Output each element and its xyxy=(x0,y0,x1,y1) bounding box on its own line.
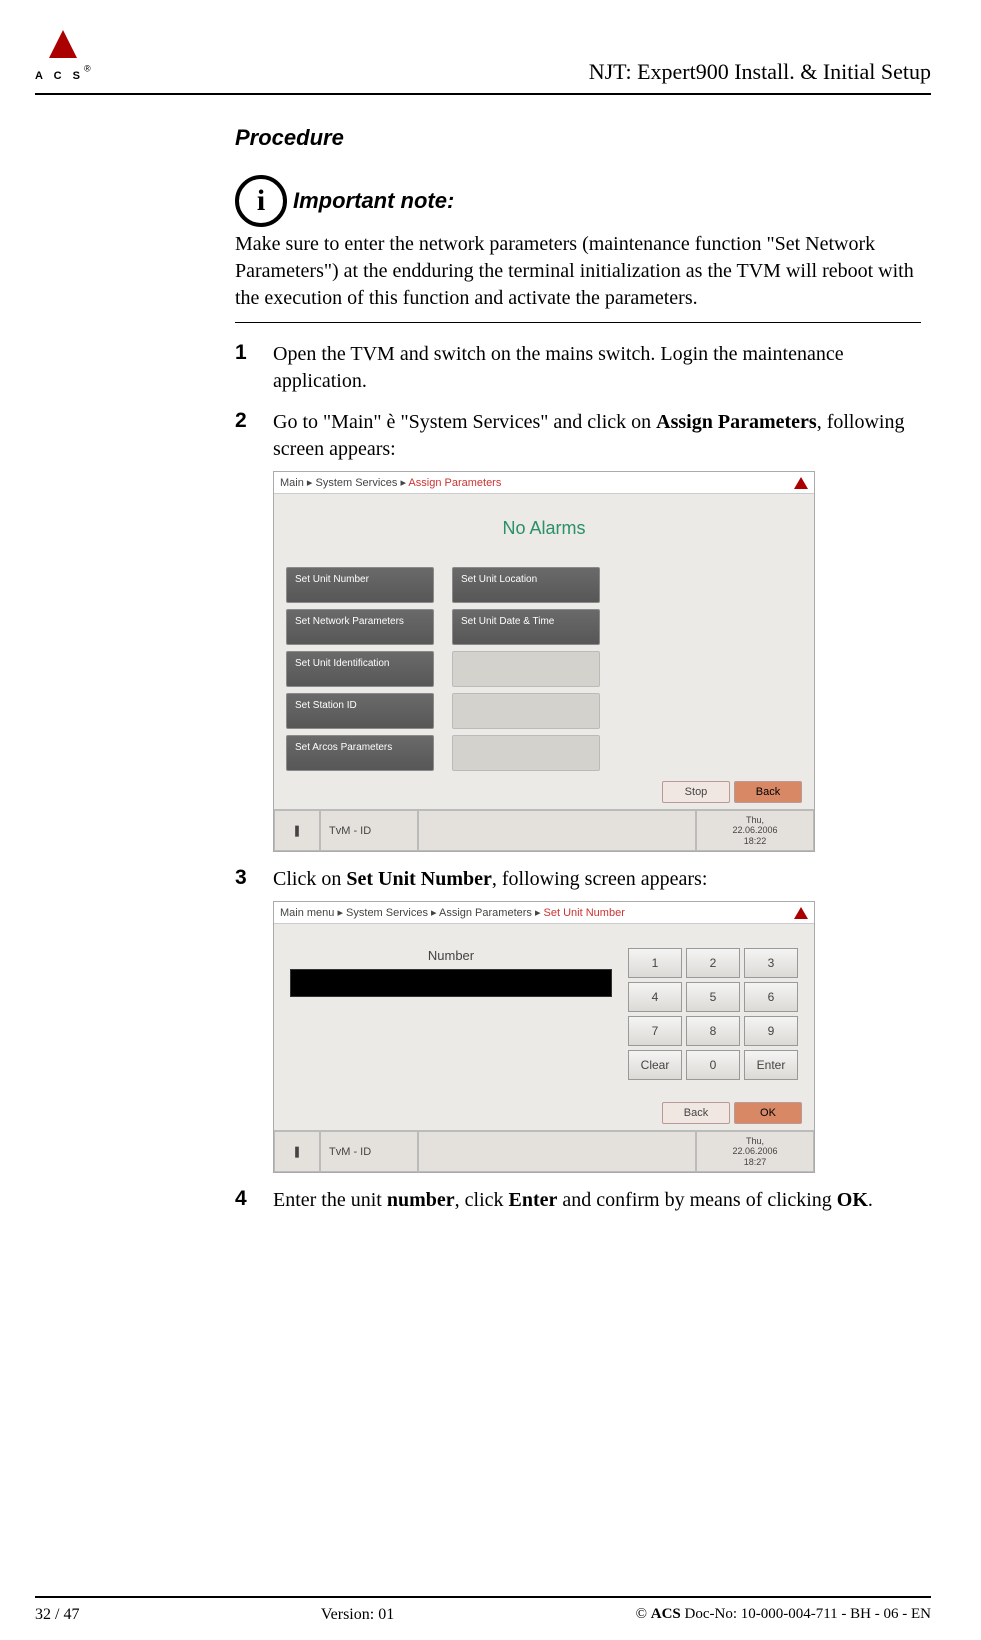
numeric-keypad: 1 2 3 4 5 6 7 8 9 Clear 0 xyxy=(628,948,798,1080)
status-icon: ❚ xyxy=(274,1131,320,1172)
version: Version: 01 xyxy=(321,1604,394,1626)
set-network-parameters-button[interactable]: Set Network Parameters xyxy=(286,609,434,645)
status-icon: ❚ xyxy=(274,810,320,851)
set-unit-identification-button[interactable]: Set Unit Identification xyxy=(286,651,434,687)
key-9[interactable]: 9 xyxy=(744,1016,798,1046)
key-0[interactable]: 0 xyxy=(686,1050,740,1080)
page-number: 32 / 47 xyxy=(35,1604,79,1626)
key-enter[interactable]: Enter xyxy=(744,1050,798,1080)
stop-button[interactable]: Stop xyxy=(662,781,730,803)
info-icon: i xyxy=(235,175,287,227)
set-unit-date-time-button[interactable]: Set Unit Date & Time xyxy=(452,609,600,645)
disabled-button xyxy=(452,735,600,771)
page-footer: 32 / 47 Version: 01 © ACS Doc-No: 10-000… xyxy=(35,1596,931,1626)
breadcrumb: Main ▸ System Services ▸ Assign Paramete… xyxy=(274,472,814,494)
screenshot-assign-parameters: Main ▸ System Services ▸ Assign Paramete… xyxy=(273,471,815,852)
set-unit-number-button[interactable]: Set Unit Number xyxy=(286,567,434,603)
procedure-heading: Procedure xyxy=(235,125,921,151)
screenshot-set-unit-number: Main menu ▸ System Services ▸ Assign Par… xyxy=(273,901,815,1173)
step-number: 3 xyxy=(235,866,255,1173)
set-unit-location-button[interactable]: Set Unit Location xyxy=(452,567,600,603)
step-2: 2 Go to "Main" è "System Services" and c… xyxy=(235,409,921,852)
important-note-label: Important note: xyxy=(293,188,454,214)
logo-registered: ® xyxy=(84,63,91,73)
tvm-id-label: TvM - ID xyxy=(320,810,418,851)
key-1[interactable]: 1 xyxy=(628,948,682,978)
step-2-text: Go to "Main" è "System Services" and cli… xyxy=(273,411,904,460)
page-header: A C S® NJT: Expert900 Install. & Initial… xyxy=(35,30,931,95)
step-number: 2 xyxy=(235,409,255,852)
header-title: NJT: Expert900 Install. & Initial Setup xyxy=(589,57,931,87)
status-gap xyxy=(418,810,696,851)
timestamp: Thu,22.06.200618:22 xyxy=(696,810,814,851)
breadcrumb: Main menu ▸ System Services ▸ Assign Par… xyxy=(274,902,814,924)
step-4-text: Enter the unit number, click Enter and c… xyxy=(273,1187,921,1214)
step-3: 3 Click on Set Unit Number, following sc… xyxy=(235,866,921,1173)
doc-number: © ACS Doc-No: 10-000-004-711 - BH - 06 -… xyxy=(636,1604,931,1626)
key-3[interactable]: 3 xyxy=(744,948,798,978)
step-number: 1 xyxy=(235,341,255,395)
step-3-text: Click on Set Unit Number, following scre… xyxy=(273,868,707,890)
logo-icon xyxy=(794,907,808,919)
key-7[interactable]: 7 xyxy=(628,1016,682,1046)
key-6[interactable]: 6 xyxy=(744,982,798,1012)
key-8[interactable]: 8 xyxy=(686,1016,740,1046)
timestamp: Thu,22.06.200618:27 xyxy=(696,1131,814,1172)
status-bar: ❚ TvM - ID Thu,22.06.200618:27 xyxy=(274,1130,814,1172)
number-label: Number xyxy=(290,948,612,963)
number-input[interactable] xyxy=(290,969,612,997)
step-1-text: Open the TVM and switch on the mains swi… xyxy=(273,341,921,395)
logo-letters: A C S xyxy=(35,70,84,82)
ok-button[interactable]: OK xyxy=(734,1102,802,1124)
disabled-button xyxy=(452,651,600,687)
key-2[interactable]: 2 xyxy=(686,948,740,978)
key-5[interactable]: 5 xyxy=(686,982,740,1012)
set-arcos-parameters-button[interactable]: Set Arcos Parameters xyxy=(286,735,434,771)
tvm-id-label: TvM - ID xyxy=(320,1131,418,1172)
no-alarms-banner: No Alarms xyxy=(274,494,814,567)
step-4: 4 Enter the unit number, click Enter and… xyxy=(235,1187,921,1214)
logo-icon xyxy=(794,477,808,489)
status-bar: ❚ TvM - ID Thu,22.06.200618:22 xyxy=(274,809,814,851)
key-4[interactable]: 4 xyxy=(628,982,682,1012)
set-station-id-button[interactable]: Set Station ID xyxy=(286,693,434,729)
status-gap xyxy=(418,1131,696,1172)
logo-triangle-icon xyxy=(49,30,77,58)
back-button[interactable]: Back xyxy=(734,781,802,803)
back-button[interactable]: Back xyxy=(662,1102,730,1124)
key-clear[interactable]: Clear xyxy=(628,1050,682,1080)
disabled-button xyxy=(452,693,600,729)
step-1: 1 Open the TVM and switch on the mains s… xyxy=(235,341,921,395)
important-note-body: Make sure to enter the network parameter… xyxy=(235,231,921,323)
acs-logo: A C S® xyxy=(35,30,91,87)
step-number: 4 xyxy=(235,1187,255,1214)
